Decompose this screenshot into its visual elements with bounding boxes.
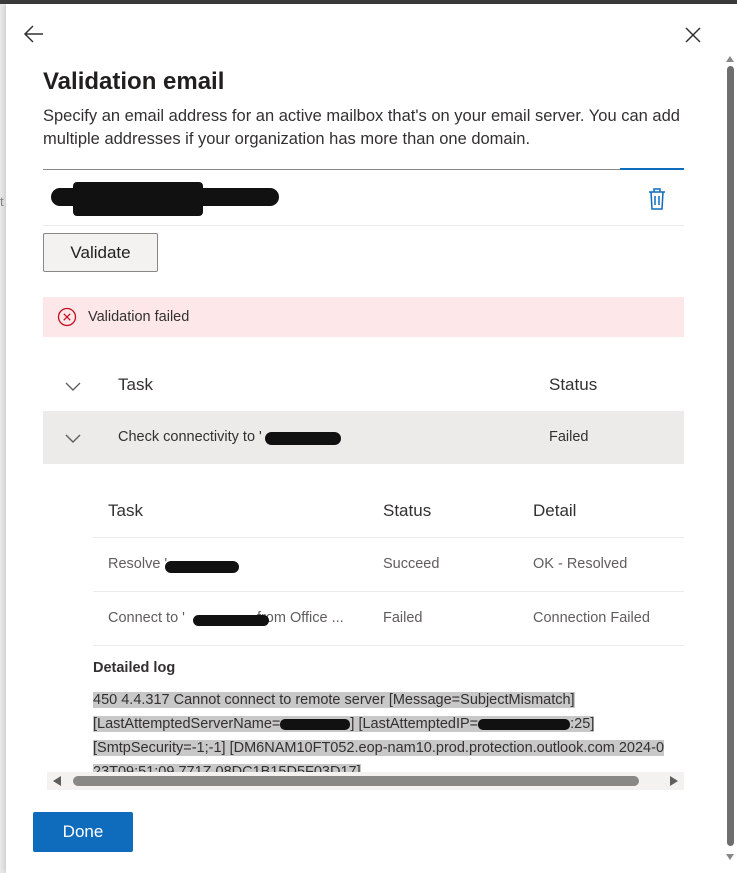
redacted-ip [478,718,571,730]
redacted-server-name [280,718,351,730]
column-header-detail: Detail [533,501,577,520]
subtask-name-prefix: Resolve ' [108,556,168,572]
table-row: Connect to ' from Office ... Failed Conne… [93,592,684,646]
subtask-detail: Connection Failed [533,610,650,626]
subtask-name-suffix: from Office ... [256,610,344,626]
scroll-right-arrow-icon[interactable] [670,776,678,786]
log-line: 23T09:51:09.771Z 08DC1B15D5F03D17] [93,764,361,772]
horizontal-scroll-thumb[interactable] [73,776,639,786]
subtask-name-prefix: Connect to ' [108,610,185,626]
panel-description: Specify an email address for an active m… [43,107,680,148]
vertical-scrollbar[interactable] [723,56,737,873]
validation-status-banner: Validation failed [43,297,684,337]
done-button[interactable]: Done [33,812,133,852]
validation-email-panel: Validation email Specify an email addres… [6,4,737,873]
back-arrow-icon[interactable] [22,22,46,46]
log-line: 450 4.4.317 Cannot connect to remote ser… [93,692,575,708]
collapse-all-chevron-icon[interactable] [65,382,81,392]
redacted-host [165,561,239,573]
column-header-task: Task [108,501,143,520]
horizontal-scrollbar[interactable] [47,772,684,790]
log-port: :25] [570,716,595,732]
subtask-table-header: Task Status Detail [93,486,684,538]
log-ip-label: ] [LastAttemptedIP= [350,716,479,732]
email-list-item [43,178,684,226]
tasks-table-header: Task Status [43,362,684,410]
email-input-focus-indicator [620,168,684,170]
error-circle-icon [57,307,77,327]
detailed-log-label: Detailed log [93,660,176,676]
redaction-mark [73,182,203,216]
subtask-status: Succeed [383,556,440,572]
log-server-name-label: [LastAttemptedServerName= [93,716,281,732]
redacted-server-name [265,432,341,445]
task-name: Check connectivity to ' [118,429,262,445]
chevron-down-icon[interactable] [65,434,81,444]
scroll-down-arrow-icon[interactable] [726,854,734,860]
log-line: [SmtpSecurity=-1;-1] [DM6NAM10FT052.eop-… [93,740,665,756]
subtask-detail: OK - Resolved [533,556,628,572]
email-input[interactable] [43,169,620,170]
subtask-status: Failed [383,610,423,626]
detailed-log-text[interactable]: 450 4.4.317 Cannot connect to remote ser… [93,688,684,772]
task-status: Failed [549,429,589,445]
log-line: [LastAttemptedServerName= ] [LastAttempte… [93,716,595,732]
background-text-fragment: t [0,194,4,209]
subtask-name: Resolve ' [108,556,167,572]
close-icon[interactable] [682,24,704,46]
column-header-status: Status [549,375,598,394]
task-group-row[interactable]: Check connectivity to ' Failed [43,411,684,464]
subtask-table: Task Status Detail Resolve ' Succeed OK … [93,486,684,646]
redacted-host [193,615,269,626]
column-header-task: Task [118,375,153,394]
validation-status-text: Validation failed [88,309,190,325]
scroll-up-arrow-icon[interactable] [726,56,734,62]
panel-title: Validation email [43,68,225,95]
scroll-left-arrow-icon[interactable] [53,776,61,786]
column-header-status: Status [383,501,432,520]
table-row: Resolve ' Succeed OK - Resolved [93,538,684,592]
validate-button[interactable]: Validate [43,233,158,272]
delete-trash-icon[interactable] [645,186,669,212]
vertical-scroll-thumb[interactable] [727,66,734,846]
